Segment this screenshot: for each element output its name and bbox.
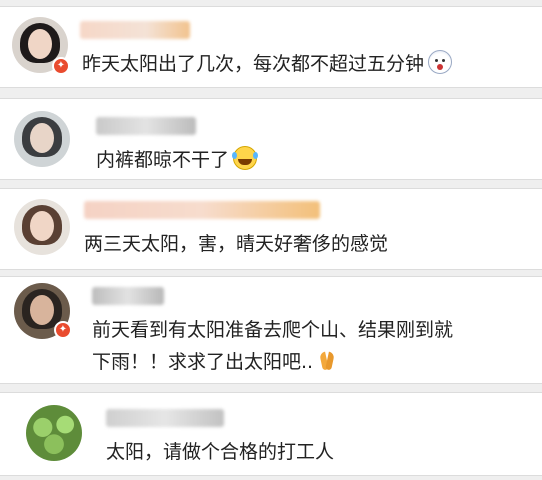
comment-card[interactable]: ✦ 前天看到有太阳准备去爬个山、结果刚到就 下雨！！求求了出太阳吧.. (0, 276, 542, 384)
avatar[interactable] (26, 405, 82, 461)
comment-text: 内裤都晾不干了 (96, 145, 258, 175)
comment-text-content: 前天看到有太阳准备去爬个山、结果刚到就 (92, 319, 454, 341)
fearful-face-icon (428, 50, 453, 74)
comment-text-line-1: 前天看到有太阳准备去爬个山、结果刚到就 (92, 315, 453, 345)
verified-badge-icon: ✦ (52, 57, 70, 75)
comment-text-line-2: 下雨！！求求了出太阳吧.. (92, 347, 338, 377)
avatar[interactable] (14, 111, 70, 167)
username-blurred[interactable] (84, 201, 320, 219)
comment-text-content: 昨天太阳出了几次，每次都不超过五分钟 (82, 53, 425, 75)
pray-hands-icon (316, 350, 338, 372)
username-blurred[interactable] (96, 117, 196, 135)
comment-text: 昨天太阳出了几次，每次都不超过五分钟 (82, 49, 453, 79)
avatar[interactable] (14, 199, 70, 255)
comment-text-content: 太阳，请做个合格的打工人 (106, 441, 335, 463)
username-blurred[interactable] (106, 409, 224, 427)
verified-badge-icon: ✦ (54, 321, 72, 339)
comment-card[interactable]: ✦ 昨天太阳出了几次，每次都不超过五分钟 (0, 6, 542, 88)
comment-card[interactable]: 内裤都晾不干了 (0, 98, 542, 180)
comment-text-content: 两三天太阳，害，晴天好奢侈的感觉 (84, 233, 389, 255)
comment-card[interactable]: 太阳，请做个合格的打工人 (0, 392, 542, 476)
comment-text-content: 下雨！！求求了出太阳吧.. (92, 351, 314, 373)
comment-text: 两三天太阳，害，晴天好奢侈的感觉 (84, 229, 388, 259)
comment-text: 太阳，请做个合格的打工人 (106, 437, 334, 467)
laugh-cry-face-icon (232, 146, 258, 170)
comment-text-content: 内裤都晾不干了 (96, 149, 230, 171)
username-blurred[interactable] (92, 287, 164, 305)
comment-card[interactable]: 两三天太阳，害，晴天好奢侈的感觉 (0, 188, 542, 270)
username-blurred[interactable] (80, 21, 190, 39)
